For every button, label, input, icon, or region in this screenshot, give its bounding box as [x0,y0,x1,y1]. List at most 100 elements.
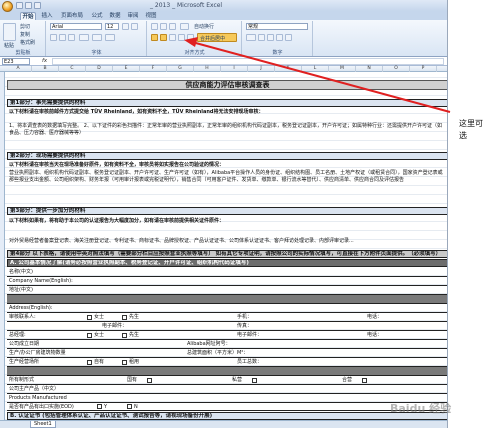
tab-insert[interactable]: 插入 [40,12,54,20]
row-company-name-cn[interactable]: 名称(中文) [7,268,447,277]
align-middle-icon[interactable] [160,23,167,30]
underline-icon[interactable] [68,34,75,41]
row-company-name-en[interactable]: Company Name(English): [7,277,447,286]
align-bottom-icon[interactable] [169,23,176,30]
shrink-font-icon[interactable] [131,23,138,30]
tab-home[interactable]: 开始 [20,12,36,20]
row-buildings[interactable]: 生产/办公厂房建筑物数量 总建筑面积（平方米）M²： [7,349,447,358]
row-products-en[interactable]: Products Manufactured [7,394,447,403]
row-address-cn[interactable]: 地址(中文) [7,286,447,295]
gm-male-label: 先生 [129,332,140,338]
align-top-icon[interactable] [151,23,158,30]
font-size-combo[interactable]: 12 [105,23,119,30]
increase-indent-icon[interactable] [187,34,194,41]
row-export[interactable]: 是否有产品有出口实施(EOD) Y N [7,403,447,411]
part4-title: 第4部分 以下表格，请使用中英对照法填写（需要部分栏目应按照营业执照等填写） [10,251,214,257]
gm-male-checkbox[interactable] [122,333,127,338]
male-checkbox[interactable] [122,315,127,320]
increase-decimal-icon[interactable] [276,34,283,41]
paste-button[interactable]: 粘贴 [4,42,14,49]
field-label: Products Manufactured [9,395,67,401]
align-center-icon[interactable] [160,34,167,41]
merge-center-button[interactable]: 合并后居中 [197,33,237,42]
rent-checkbox[interactable] [122,360,127,365]
own-checkbox[interactable] [87,360,92,365]
office-button[interactable] [2,1,13,12]
comma-icon[interactable] [267,34,274,41]
field-label: 生产/办公厂房建筑物数量 [9,350,66,356]
tab-formulas[interactable]: 公式 [90,12,104,20]
joint-checkbox[interactable] [362,378,367,383]
percent-icon[interactable] [258,34,265,41]
phone-label: 电话： [367,314,383,320]
row-premises[interactable]: 生产经营场所 自有 租用 员工总数： [7,358,447,367]
number-format-combo[interactable]: 常规 [246,23,308,30]
state-owned-checkbox[interactable] [147,378,152,383]
field-label: 生产经营场所 [9,359,40,365]
export-no-checkbox[interactable] [127,404,132,409]
save-icon[interactable] [16,2,23,9]
grow-font-icon[interactable] [122,23,129,30]
decrease-decimal-icon[interactable] [285,34,292,41]
cut-button[interactable]: 剪切 [20,23,30,30]
row-shaded [7,295,447,304]
row-ownership[interactable]: 所有制形式 国有 私营 合营 [7,376,447,385]
paste-icon[interactable] [3,23,16,41]
name-box[interactable]: E23 [2,58,30,65]
field-label: 地址(中文) [9,287,33,293]
female-checkbox[interactable] [87,315,92,320]
copy-button[interactable]: 复制 [20,31,30,38]
field-label: Company Name(English): [9,278,73,284]
export-yes-checkbox[interactable] [97,404,102,409]
redo-icon[interactable] [34,2,41,9]
section-a-header: A. 公司基本情况了解(请务必按照营业执照副本、税务登记证、开户许可证、组织机构… [7,259,447,267]
borders-icon[interactable] [79,34,89,41]
sheet-tab[interactable]: Sheet1 [30,421,56,428]
export-no-label: N [134,404,138,410]
row-established-date[interactable]: 公司成立日期 Alibaba网址阿号： [7,340,447,349]
fx-icon[interactable]: fx [42,58,47,64]
annotation-text: 这里可选 [459,119,483,140]
rent-label: 租用 [129,359,140,365]
gm-female-checkbox[interactable] [87,333,92,338]
part2-line1: 以下材料请在审核当天在现场准备好原件，如有资料不全，审核员将如实报告在公司验证的… [9,162,225,168]
title-bar: _ 2013 _ Microsoft Excel [0,0,447,12]
align-right-icon[interactable] [169,34,176,41]
field-label: 总经理: [9,332,26,338]
tab-page-layout[interactable]: 页面布局 [58,12,86,20]
part4-note: 如有其它专项证明，请按照公司的实际情况填写，可直接在下方附件页面提供。（必须填写… [215,251,442,257]
fax-label: 传真： [237,323,253,329]
align-left-icon[interactable] [151,34,158,41]
orientation-icon[interactable] [180,23,189,30]
row-audit-contact[interactable]: 审核联系人: 女士 先生 手机： 电话： [7,313,447,322]
field-label: Address(English): [9,305,53,311]
italic-icon[interactable] [59,34,66,41]
private-checkbox[interactable] [252,378,257,383]
tab-view[interactable]: 视图 [144,12,158,20]
tab-review[interactable]: 审阅 [126,12,140,20]
row-shaded-2 [7,367,447,376]
part1-line1: 以下材料请在审核前邮件方式提交给 TÜV Rheinland，如有资料不全，TÜ… [9,109,264,115]
watermark: Baidu 经验 [390,402,452,415]
row-products-cn[interactable]: 公司主产产品（中文） [7,385,447,394]
format-painter-button[interactable]: 格式刷 [20,39,35,46]
font-color-icon[interactable] [105,34,115,41]
bold-icon[interactable] [50,34,57,41]
currency-icon[interactable] [246,34,256,41]
row-general-manager[interactable]: 总经理: 女士 先生 电子邮件： 电话： [7,331,447,340]
area-label: 总建筑面积（平方米）M²： [187,350,249,356]
field-label: 名称(中文) [9,269,33,275]
wrap-text-button[interactable]: 自动换行 [194,23,214,30]
merge-center-label: 合并后居中 [200,36,226,42]
font-name-combo[interactable]: Arial [50,23,102,30]
formula-input[interactable] [52,58,444,65]
gm-email-label: 电子邮件： [237,332,263,338]
fill-color-icon[interactable] [92,34,102,41]
undo-icon[interactable] [25,2,32,9]
tab-data[interactable]: 数据 [108,12,122,20]
excel-window: _ 2013 _ Microsoft Excel 开始 插入 页面布局 公式 数… [0,0,448,428]
decrease-indent-icon[interactable] [178,34,185,41]
row-address-en[interactable]: Address(English): [7,304,447,313]
row-contact-extra[interactable]: 电子邮件： 传真： [7,322,447,331]
worksheet[interactable]: 供应商能力评估审核调查表 第1部分：事先需要提供的材料 以下材料请在审核前邮件方… [5,72,447,420]
